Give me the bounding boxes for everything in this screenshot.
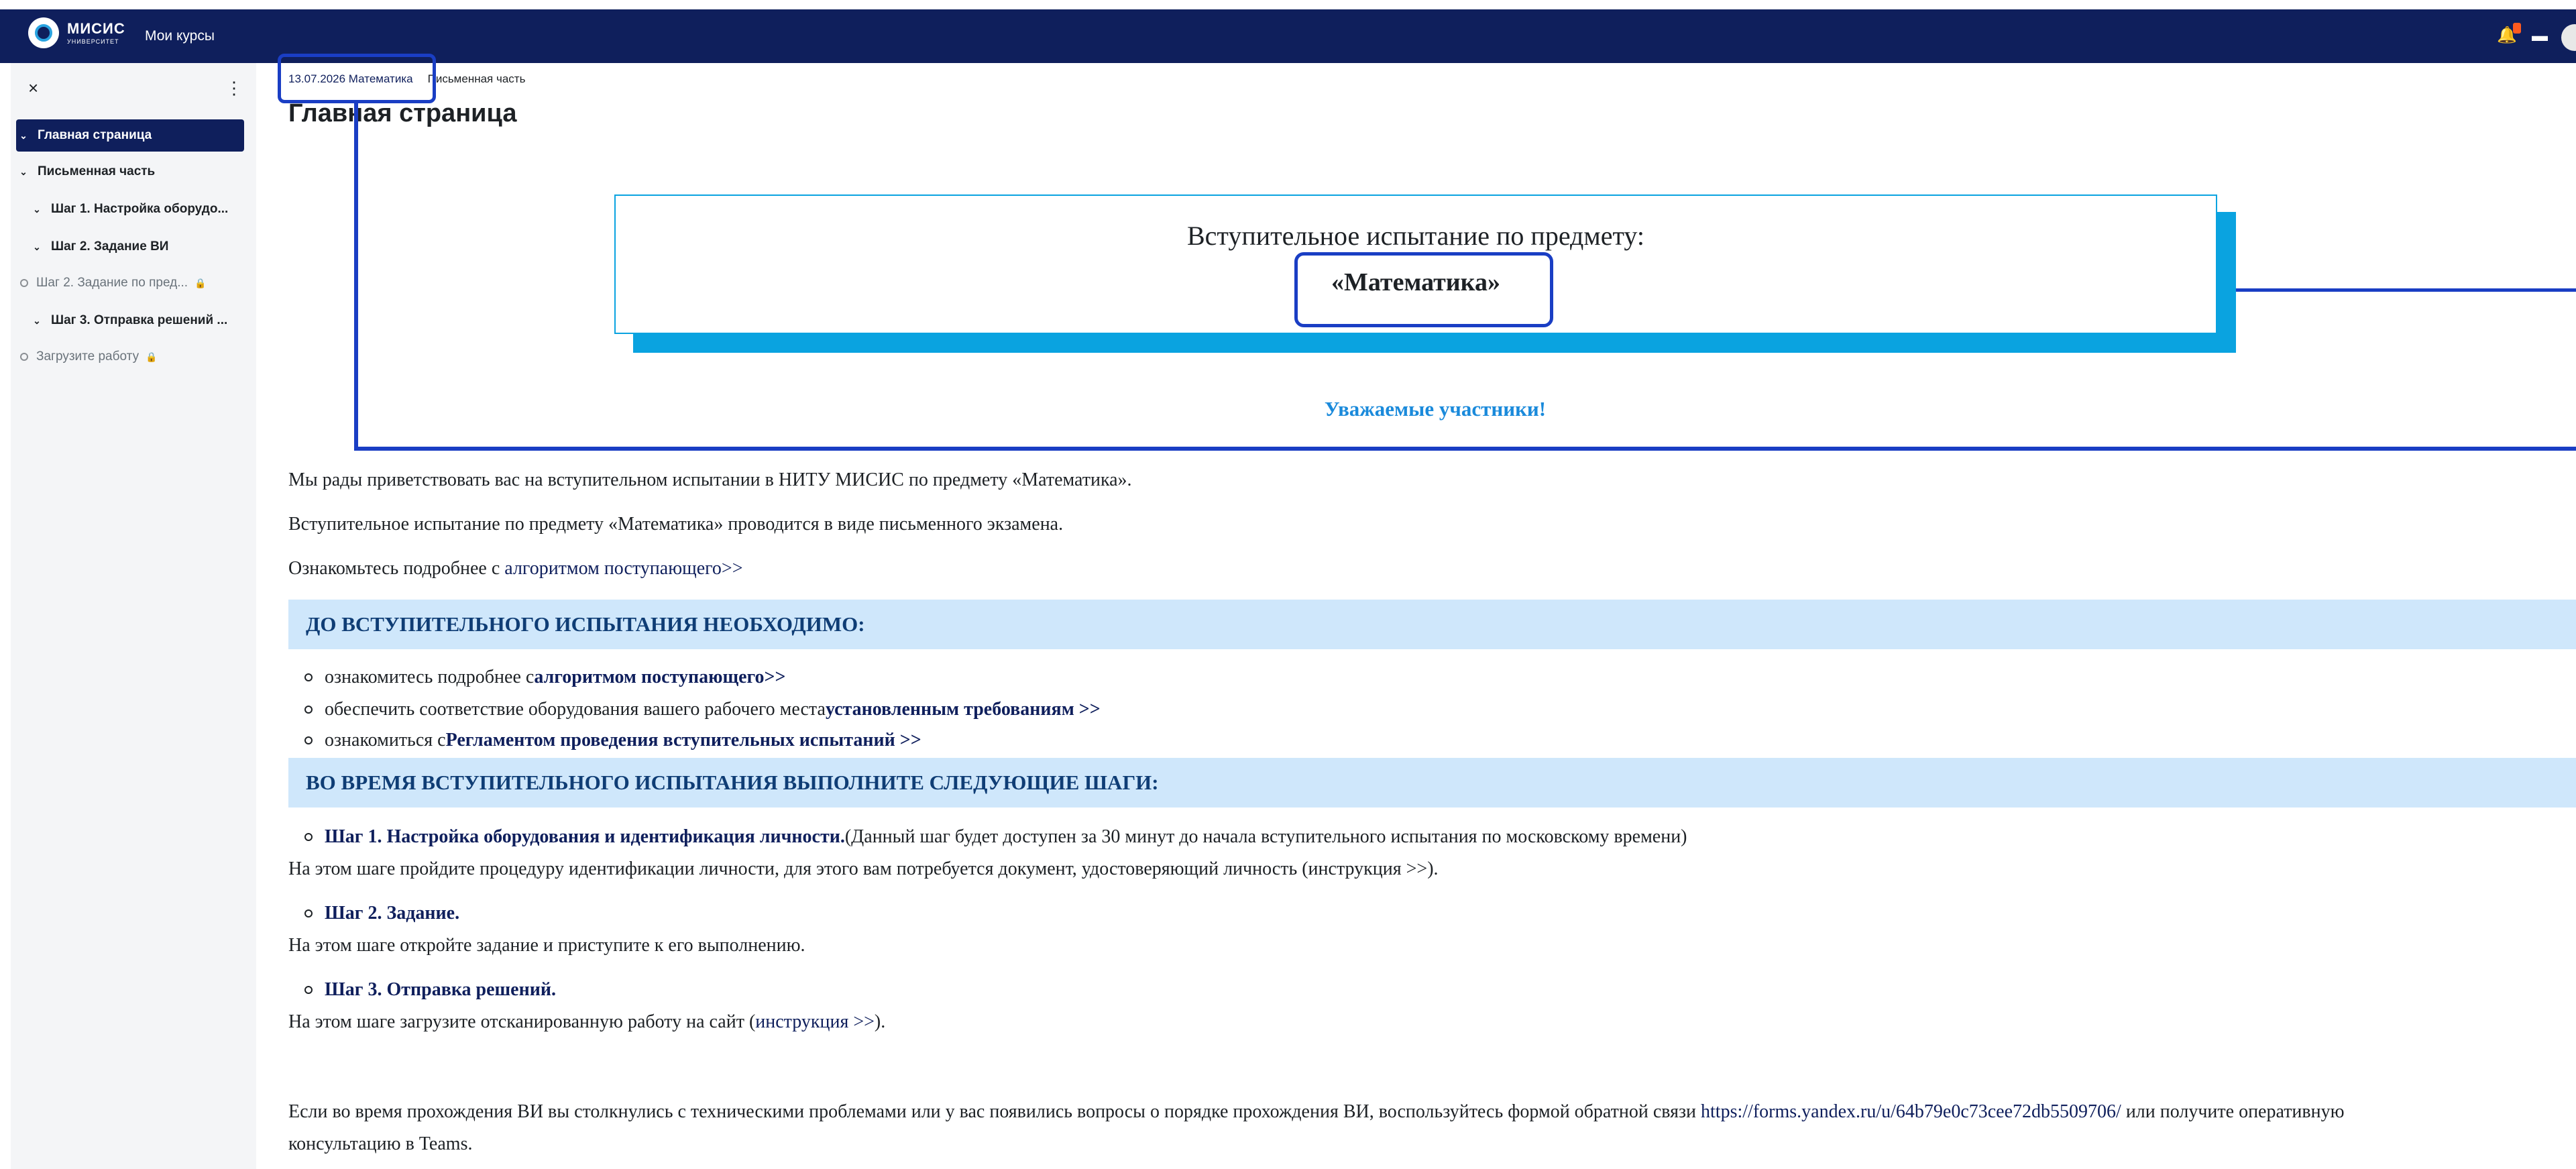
sidebar-item-upload-work[interactable]: Загрузите работу 🔒: [16, 341, 244, 373]
list-item: ознакомиться с Регламентом проведения вс…: [304, 730, 921, 751]
sidebar-more-icon[interactable]: ⋮: [225, 78, 243, 99]
step3-title: Шаг 3. Отправка решений.: [325, 979, 556, 1000]
notification-badge: [2513, 23, 2521, 34]
algorithm-link[interactable]: алгоритмом поступающего>>: [504, 558, 742, 579]
chevron-down-icon: ⌄: [19, 166, 27, 177]
step2-description: На этом шаге откройте задание и приступи…: [288, 935, 805, 956]
sidebar-item-step3[interactable]: ⌄ Шаг 3. Отправка решений ...: [30, 304, 258, 337]
bullet-icon: [304, 833, 313, 841]
greeting-heading: Уважаемые участники!: [1324, 397, 1547, 421]
annotation-line-horizontal: [354, 447, 2576, 451]
logo-name: МИСИС: [67, 19, 125, 37]
step1-item: Шаг 1. Настройка оборудования и идентифи…: [304, 826, 1687, 848]
step1-note: (Данный шаг будет доступен за 30 минут д…: [844, 826, 1687, 847]
breadcrumb-section[interactable]: Письменная часть: [428, 72, 526, 86]
feedback-form-link[interactable]: https://forms.yandex.ru/u/64b79e0c73cee7…: [1701, 1101, 2121, 1122]
course-index-sidebar: × ⋮ ⌄ Главная страница ⌄ Письменная част…: [11, 63, 256, 1169]
bullet-icon: [304, 986, 313, 994]
my-courses-link[interactable]: Мои курсы: [145, 28, 215, 44]
algorithm-bold-link[interactable]: алгоритмом поступающего>>: [534, 667, 785, 688]
banner-title: Вступительное испытание по предмету:: [1186, 221, 1644, 251]
regulations-link[interactable]: Регламентом проведения вступительных исп…: [446, 730, 921, 751]
intro-paragraph-3: Ознакомьтесь подробнее с алгоритмом пост…: [288, 558, 743, 579]
chevron-down-icon: ⌄: [19, 129, 27, 141]
highlight-box-breadcrumb: [278, 54, 436, 103]
sidebar-item-step2[interactable]: ⌄ Шаг 2. Задание ВИ: [30, 231, 258, 263]
intro-paragraph-1: Мы рады приветствовать вас на вступитель…: [288, 469, 1132, 490]
close-sidebar-icon[interactable]: ×: [28, 78, 38, 99]
incomplete-circle-icon: [20, 279, 28, 287]
instruction-link[interactable]: инструкция >>: [755, 1011, 875, 1032]
chevron-down-icon: ⌄: [33, 203, 41, 215]
bullet-icon: [304, 736, 313, 744]
intro-paragraph-2: Вступительное испытание по предмету «Мат…: [288, 514, 1064, 535]
section-during-exam: ВО ВРЕМЯ ВСТУПИТЕЛЬНОГО ИСПЫТАНИЯ ВЫПОЛН…: [288, 758, 2576, 808]
misis-logo-icon: [28, 17, 59, 48]
page-title: Главная страница: [288, 99, 517, 127]
incomplete-circle-icon: [20, 353, 28, 361]
sidebar-item-step2-task[interactable]: Шаг 2. Задание по пред... 🔒: [16, 267, 244, 299]
chevron-down-icon: ⌄: [33, 315, 41, 326]
notifications-bell-icon[interactable]: 🔔: [2497, 23, 2521, 46]
sidebar-item-home[interactable]: ⌄ Главная страница: [16, 119, 244, 152]
lock-icon: 🔒: [146, 351, 158, 362]
step3-description: На этом шаге загрузите отсканированную р…: [288, 1011, 886, 1032]
step2-item: Шаг 2. Задание.: [304, 903, 459, 924]
bullet-icon: [304, 909, 313, 917]
logo-sub: УНИВЕРСИТЕТ: [67, 38, 119, 45]
chevron-down-icon: ⌄: [33, 241, 41, 252]
lock-icon: 🔒: [194, 277, 207, 288]
step1-title: Шаг 1. Настройка оборудования и идентифи…: [325, 826, 845, 847]
bullet-icon: [304, 706, 313, 714]
highlight-box-subject: [1294, 252, 1553, 327]
feedback-paragraph: Если во время прохождения ВИ вы столкнул…: [288, 1101, 2345, 1122]
feedback-paragraph-continued: консультацию в Teams.: [288, 1133, 473, 1154]
section-before-exam: ДО ВСТУПИТЕЛЬНОГО ИСПЫТАНИЯ НЕОБХОДИМО:: [288, 600, 2576, 649]
list-item: обеспечить соответствие оборудования ваш…: [304, 699, 1101, 720]
step2-title: Шаг 2. Задание.: [325, 903, 460, 924]
step3-item: Шаг 3. Отправка решений.: [304, 979, 556, 1001]
sidebar-item-written-part[interactable]: ⌄ Письменная часть: [16, 156, 244, 188]
sidebar-item-step1[interactable]: ⌄ Шаг 1. Настройка оборудо...: [30, 193, 258, 225]
messages-icon[interactable]: ▬: [2532, 27, 2548, 46]
user-avatar[interactable]: [2561, 24, 2576, 51]
site-logo[interactable]: МИСИС УНИВЕРСИТЕТ: [28, 17, 125, 48]
requirements-link[interactable]: установленным требованиям >>: [826, 699, 1101, 720]
step1-description: На этом шаге пройдите процедуру идентифи…: [288, 858, 1439, 879]
bullet-icon: [304, 673, 313, 681]
list-item: ознакомитесь подробнее с алгоритмом пост…: [304, 667, 785, 688]
